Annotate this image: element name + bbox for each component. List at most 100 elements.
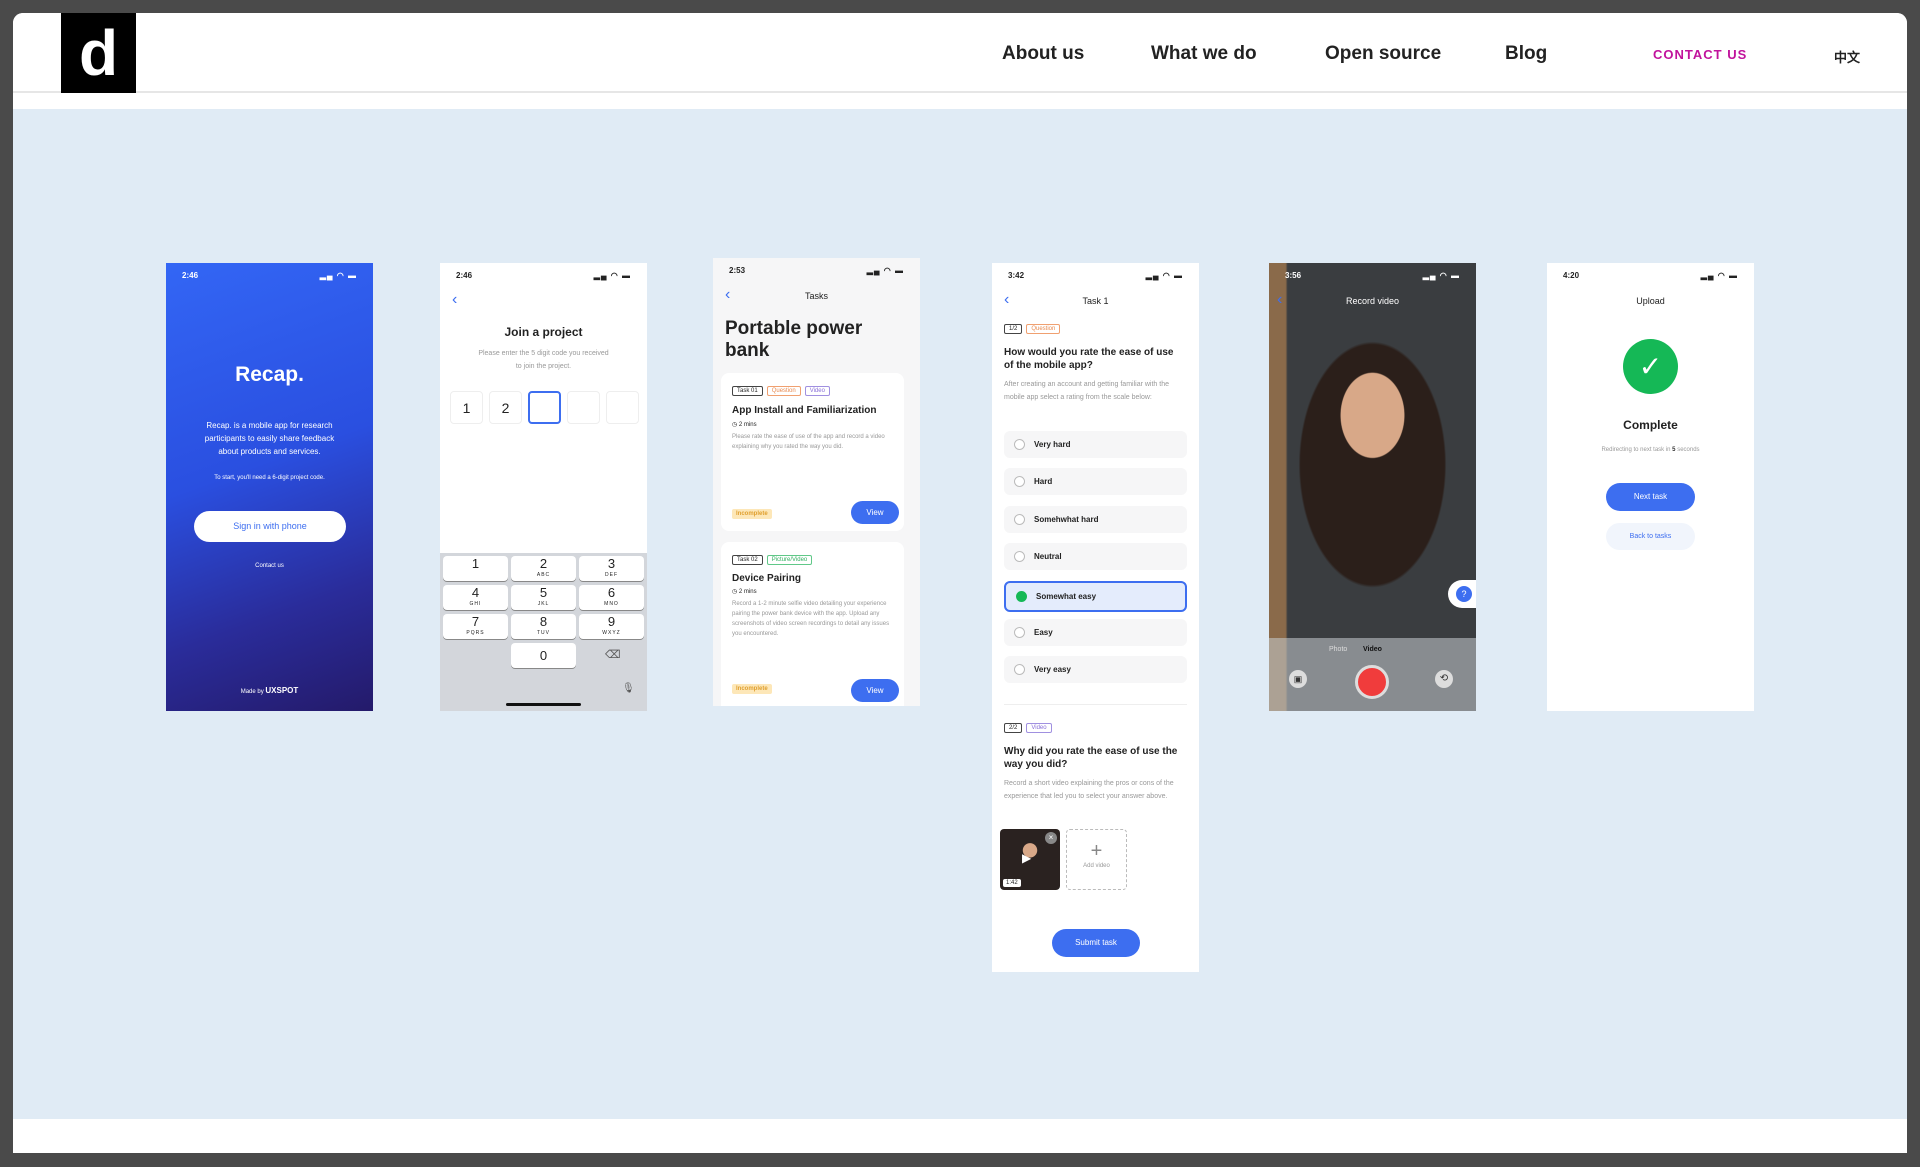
- radio-icon: [1014, 476, 1025, 487]
- option-very-hard[interactable]: Very hard: [1004, 431, 1187, 458]
- option-somewhat-hard[interactable]: Somehwhat hard: [1004, 506, 1187, 533]
- made-by-label: Made by: [240, 689, 264, 695]
- time: 2:53: [729, 266, 746, 275]
- status-bar: 3:56 ▂▄ ◠ ▬: [1269, 263, 1476, 283]
- camera-controls: Photo Video ▣ ⟲: [1269, 638, 1476, 711]
- task-card[interactable]: Task 02 Picture/Video Device Pairing ◷ 2 …: [721, 542, 904, 706]
- option-very-easy[interactable]: Very easy: [1004, 656, 1187, 683]
- nav-about-us[interactable]: About us: [1002, 43, 1084, 65]
- status-bar: 2:46 ▂▄ ◠ ▬: [166, 263, 373, 283]
- nav-contact-us[interactable]: CONTACT US: [1653, 47, 1747, 62]
- signal-wifi-battery-icon: ▂▄ ◠ ▬: [866, 266, 904, 275]
- backspace-icon[interactable]: ⌫: [605, 648, 621, 661]
- key-4[interactable]: 4 GHI: [443, 585, 508, 610]
- video-tag: Video: [1026, 723, 1052, 733]
- language-switch[interactable]: 中文: [1834, 47, 1860, 66]
- status-bar: 4:20 ▂▄ ◠ ▬: [1547, 263, 1754, 283]
- add-video-label: Add video: [1083, 863, 1110, 869]
- back-chevron-icon[interactable]: ‹: [452, 291, 457, 309]
- app-description: Recap. is a mobile app for research part…: [204, 421, 335, 456]
- radio-selected-icon: [1016, 591, 1027, 602]
- nav-what-we-do[interactable]: What we do: [1151, 43, 1257, 65]
- nav-blog[interactable]: Blog: [1505, 43, 1547, 65]
- task-number-tag: Task 01: [732, 386, 763, 396]
- code-digit[interactable]: [567, 391, 600, 424]
- play-icon[interactable]: ▶: [1022, 851, 1031, 865]
- submit-task-button[interactable]: Submit task: [1052, 929, 1140, 957]
- redirect-message: Redirecting to next task in 5 seconds: [1601, 447, 1700, 453]
- time: 3:56: [1285, 271, 1302, 280]
- time: 2:46: [456, 271, 473, 280]
- countdown: 5: [1672, 447, 1676, 453]
- home-indicator: [506, 703, 581, 706]
- key-1[interactable]: 1: [443, 556, 508, 581]
- made-by: Made by UXSPOT: [166, 686, 373, 695]
- mode-video[interactable]: Video: [1363, 646, 1382, 653]
- code-digit[interactable]: [606, 391, 639, 424]
- task-description: Record a 1-2 minute selfie video detaili…: [732, 601, 890, 637]
- key-7[interactable]: 7 PQRS: [443, 614, 508, 639]
- help-button[interactable]: ?: [1448, 580, 1476, 608]
- option-somewhat-easy-selected[interactable]: Somewhat easy: [1004, 581, 1187, 612]
- microphone-icon[interactable]: 🎙: [622, 683, 635, 694]
- app-title: Recap.: [235, 363, 304, 386]
- question-tag: Question: [1026, 324, 1061, 334]
- question-tag: Question: [766, 386, 801, 396]
- question-description: Record a short video explaining the pros…: [1004, 780, 1174, 800]
- radio-icon: [1014, 627, 1025, 638]
- numeric-keypad: 1 2 ABC 3 DEF 4 GHI 5 JKL 6 MNO 7 PQRS 8 TUV 9W…: [440, 553, 647, 711]
- status-badge: Incomplete: [732, 684, 772, 694]
- time: 2:46: [182, 271, 199, 280]
- task-title: App Install and Familiarization: [732, 405, 877, 416]
- signal-wifi-battery-icon: ▂▄ ◠ ▬: [1700, 271, 1738, 280]
- back-to-tasks-button[interactable]: Back to tasks: [1606, 523, 1695, 550]
- logo[interactable]: d: [61, 13, 136, 93]
- screen-tasks: 2:53 ▂▄ ◠ ▬ ‹ Tasks Portable power bank T…: [713, 258, 920, 706]
- key-2[interactable]: 2 ABC: [511, 556, 576, 581]
- view-button[interactable]: View: [851, 679, 899, 702]
- screen-record-video: 3:56 ▂▄ ◠ ▬ ‹ Record video ? Photo Video …: [1269, 263, 1476, 711]
- key-6[interactable]: 6 MNO: [579, 585, 644, 610]
- option-easy[interactable]: Easy: [1004, 619, 1187, 646]
- screen-task-1: 3:42 ▂▄ ◠ ▬ ‹ Task 1 1/2 Question How woul…: [992, 263, 1199, 972]
- key-9[interactable]: 9 WXYZ: [579, 614, 644, 639]
- code-digit[interactable]: 2: [489, 391, 522, 424]
- option-hard[interactable]: Hard: [1004, 468, 1187, 495]
- duration: ◷ 2 mins: [732, 422, 757, 428]
- task-card[interactable]: Task 01 Question Video App Install and Fam…: [721, 373, 904, 531]
- mode-photo[interactable]: Photo: [1329, 646, 1347, 653]
- clock-icon: ◷: [732, 422, 738, 428]
- radio-icon: [1014, 514, 1025, 525]
- header-title: Record video: [1345, 296, 1400, 306]
- sign-in-with-phone-button[interactable]: Sign in with phone: [194, 511, 346, 542]
- complete-title: Complete: [1623, 418, 1678, 432]
- flip-camera-icon[interactable]: ⟲: [1435, 670, 1453, 688]
- record-button[interactable]: [1355, 665, 1389, 699]
- code-digit-active[interactable]: [528, 391, 561, 424]
- step-tag: 2/2: [1004, 723, 1023, 733]
- key-5[interactable]: 5 JKL: [511, 585, 576, 610]
- divider: [1004, 704, 1187, 705]
- code-note: To start, you'll need a 6-digit project …: [214, 475, 325, 481]
- nav-open-source[interactable]: Open source: [1325, 43, 1441, 65]
- remove-video-icon[interactable]: ×: [1045, 832, 1057, 844]
- add-video-button[interactable]: + Add video: [1066, 829, 1127, 890]
- radio-icon: [1014, 664, 1025, 675]
- gallery-icon[interactable]: ▣: [1289, 670, 1307, 688]
- contact-us-link[interactable]: Contact us: [166, 563, 373, 569]
- key-0[interactable]: 0: [511, 643, 576, 668]
- key-3[interactable]: 3 DEF: [579, 556, 644, 581]
- video-thumbnail[interactable]: × ▶ 1:42: [1000, 829, 1060, 890]
- radio-icon: [1014, 551, 1025, 562]
- option-neutral[interactable]: Neutral: [1004, 543, 1187, 570]
- subtitle: Please enter the 5 digit code you receiv…: [478, 350, 609, 370]
- duration: ◷ 2 mins: [732, 589, 757, 595]
- key-8[interactable]: 8 TUV: [511, 614, 576, 639]
- screen-upload-complete: 4:20 ▂▄ ◠ ▬ Upload ✓ Complete Redirecting…: [1547, 263, 1754, 711]
- question-title: How would you rate the ease of use of th…: [1004, 347, 1174, 371]
- question-title: Why did you rate the ease of use the way…: [1004, 746, 1178, 770]
- next-task-button[interactable]: Next task: [1606, 483, 1695, 511]
- view-button[interactable]: View: [851, 501, 899, 524]
- status-bar: 2:46 ▂▄ ◠ ▬: [440, 263, 647, 283]
- code-digit[interactable]: 1: [450, 391, 483, 424]
